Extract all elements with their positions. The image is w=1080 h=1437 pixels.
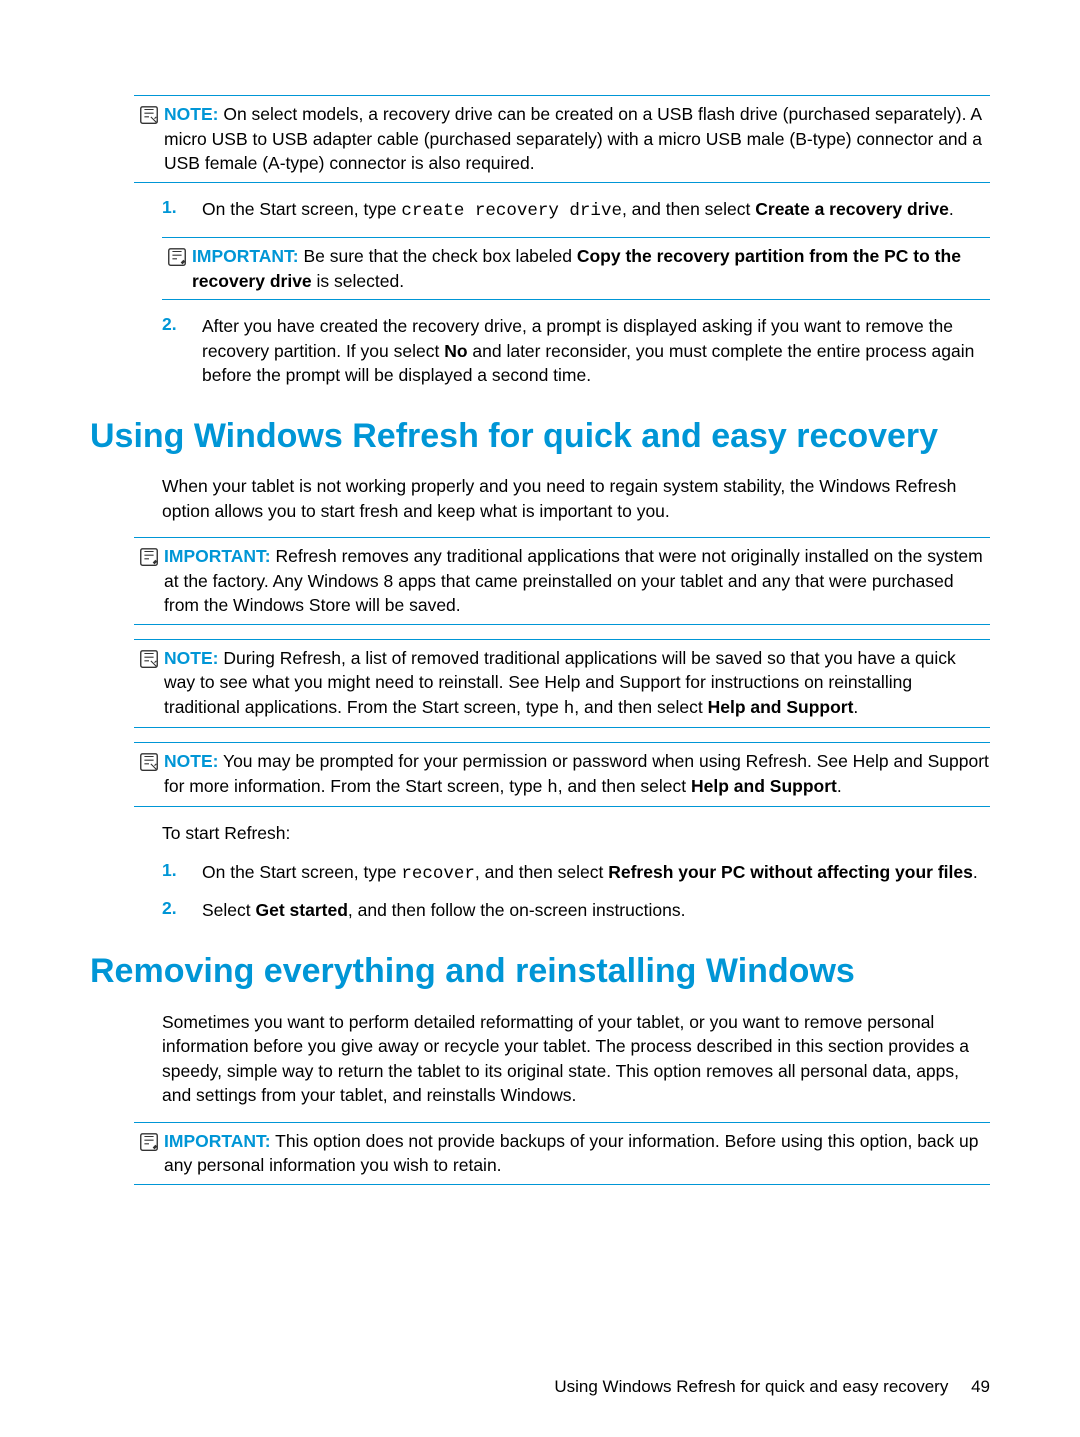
document-page: NOTE: On select models, a recovery drive…	[0, 0, 1080, 1437]
code-text: h	[564, 699, 575, 719]
ordered-list: 2. After you have created the recovery d…	[162, 314, 990, 388]
paragraph: Sometimes you want to perform detailed r…	[162, 1010, 990, 1108]
important-text: IMPORTANT: This option does not provide …	[164, 1129, 990, 1178]
important-callout: IMPORTANT: Be sure that the check box la…	[162, 237, 990, 300]
important-label: IMPORTANT:	[164, 1131, 271, 1151]
note-label: NOTE:	[164, 104, 218, 124]
note-callout: NOTE: You may be prompted for your permi…	[134, 742, 990, 807]
page-number: 49	[971, 1377, 990, 1396]
important-label: IMPORTANT:	[192, 246, 299, 266]
list-text: On the Start screen, type create recover…	[202, 197, 990, 224]
list-item: 1. On the Start screen, type recover, an…	[162, 860, 990, 887]
important-icon	[134, 1131, 164, 1153]
important-icon	[162, 246, 192, 268]
important-callout: IMPORTANT: This option does not provide …	[134, 1122, 990, 1185]
paragraph: When your tablet is not working properly…	[162, 474, 990, 523]
note-icon	[134, 104, 164, 126]
ordered-list: 1. On the Start screen, type create reco…	[162, 197, 990, 224]
important-text: IMPORTANT: Be sure that the check box la…	[192, 244, 990, 293]
list-text: After you have created the recovery driv…	[202, 314, 990, 388]
list-text: Select Get started, and then follow the …	[202, 898, 990, 923]
list-number: 2.	[162, 314, 202, 335]
ordered-list: 1. On the Start screen, type recover, an…	[162, 860, 990, 923]
note-body: On select models, a recovery drive can b…	[164, 104, 982, 173]
note-text: NOTE: During Refresh, a list of removed …	[164, 646, 990, 722]
note-text: NOTE: You may be prompted for your permi…	[164, 749, 990, 800]
note-callout: NOTE: On select models, a recovery drive…	[134, 95, 990, 183]
code-text: recover	[401, 864, 475, 884]
note-icon	[134, 751, 164, 773]
code-text: h	[547, 778, 558, 798]
note-label: NOTE:	[164, 751, 218, 771]
list-number: 1.	[162, 197, 202, 218]
code-text: create recovery drive	[401, 201, 622, 221]
important-text: IMPORTANT: Refresh removes any tradition…	[164, 544, 990, 618]
important-callout: IMPORTANT: Refresh removes any tradition…	[134, 537, 990, 625]
note-icon	[134, 648, 164, 670]
footer-title: Using Windows Refresh for quick and easy…	[554, 1377, 948, 1396]
list-text: On the Start screen, type recover, and t…	[202, 860, 990, 887]
list-item: 1. On the Start screen, type create reco…	[162, 197, 990, 224]
note-label: NOTE:	[164, 648, 218, 668]
list-item: 2. Select Get started, and then follow t…	[162, 898, 990, 923]
list-number: 2.	[162, 898, 202, 919]
paragraph: To start Refresh:	[162, 821, 990, 846]
note-text: NOTE: On select models, a recovery drive…	[164, 102, 990, 176]
note-callout: NOTE: During Refresh, a list of removed …	[134, 639, 990, 729]
list-item: 2. After you have created the recovery d…	[162, 314, 990, 388]
important-label: IMPORTANT:	[164, 546, 271, 566]
section-heading: Removing everything and reinstalling Win…	[90, 951, 990, 992]
page-footer: Using Windows Refresh for quick and easy…	[554, 1377, 990, 1397]
section-heading: Using Windows Refresh for quick and easy…	[90, 416, 990, 457]
important-icon	[134, 546, 164, 568]
list-number: 1.	[162, 860, 202, 881]
